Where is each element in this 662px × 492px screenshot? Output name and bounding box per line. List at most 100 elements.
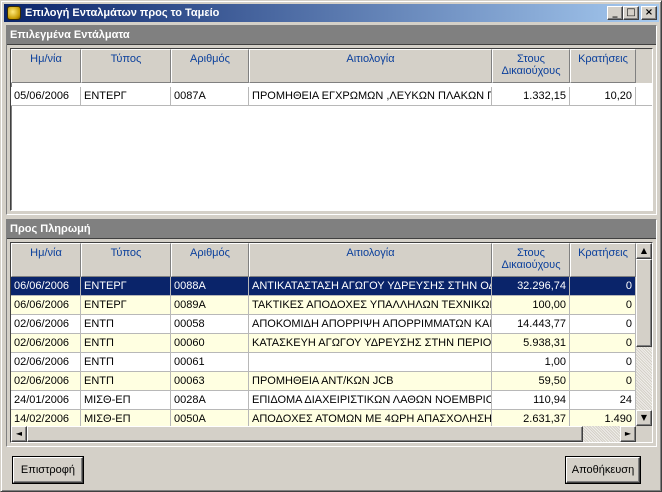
table-row[interactable]: 24/01/2006 ΜΙΣΘ-ΕΠ 0028Α ΕΠΙΔΟΜΑ ΔΙΑΧΕΙΡΙΣΤ… bbox=[11, 391, 636, 410]
scroll-up-icon[interactable]: ▲ bbox=[636, 243, 652, 259]
cell-date: 02/06/2006 bbox=[11, 372, 81, 390]
column-header-deductions[interactable]: Κρατήσεις bbox=[570, 49, 636, 83]
cell-deductions: 0 bbox=[570, 315, 636, 333]
cell-date: 06/06/2006 bbox=[11, 277, 81, 295]
column-header-number[interactable]: Αριθμός bbox=[171, 243, 249, 277]
cell-deductions: 0 bbox=[570, 372, 636, 390]
cell-type: ΕΝΤΠ bbox=[81, 315, 171, 333]
cell-description: ΑΝΤΙΚΑΤΑΣΤΑΣΗ ΑΓΩΓΟΥ ΥΔΡΕΥΣΗΣ ΣΤΗΝ ΟΔΟ bbox=[249, 277, 492, 295]
title-bar[interactable]: Επιλογή Ενταλμάτων προς το Ταμείο _ □ × bbox=[4, 4, 659, 22]
payment-grid[interactable]: Ημ/νία Τύπος Αριθμός Αιτιολογία Στους Δι… bbox=[10, 242, 653, 443]
selected-warrants-panel: Επιλεγμένα Εντάλματα Ημ/νία Τύπος Αριθμό… bbox=[6, 25, 657, 215]
cell-beneficiaries: 2.631,37 bbox=[492, 410, 570, 426]
scroll-left-icon[interactable]: ◄ bbox=[11, 426, 27, 442]
cell-beneficiaries: 59,50 bbox=[492, 372, 570, 390]
vertical-scrollbar[interactable]: ▲ ▼ bbox=[636, 243, 652, 426]
column-header-type[interactable]: Τύπος bbox=[81, 49, 171, 83]
cell-deductions: 24 bbox=[570, 391, 636, 409]
cell-deductions: 1.490 bbox=[570, 410, 636, 426]
app-icon bbox=[7, 6, 21, 20]
grid-header: Ημ/νία Τύπος Αριθμός Αιτιολογία Στους Δι… bbox=[11, 243, 636, 277]
column-header-beneficiaries[interactable]: Στους Δικαιούχους bbox=[492, 243, 570, 277]
cell-number: 0087Α bbox=[171, 87, 249, 105]
cell-description bbox=[249, 353, 492, 371]
cell-type: ΕΝΤΠ bbox=[81, 353, 171, 371]
cell-number: 00061 bbox=[171, 353, 249, 371]
cell-beneficiaries: 100,00 bbox=[492, 296, 570, 314]
window-title: Επιλογή Ενταλμάτων προς το Ταμείο bbox=[25, 7, 220, 19]
scroll-down-icon[interactable]: ▼ bbox=[636, 410, 652, 426]
table-row[interactable]: 06/06/2006 ΕΝΤΕΡΓ 0089Α ΤΑΚΤΙΚΕΣ ΑΠΟΔΟΧΕΣ Υ… bbox=[11, 296, 636, 315]
cell-deductions: 0 bbox=[570, 296, 636, 314]
cell-description: ΠΡΟΜΗΘΕΙΑ ΕΓΧΡΩΜΩΝ ,ΛΕΥΚΩΝ ΠΛΑΚΩΝ ΠΕΖ bbox=[249, 87, 492, 105]
cell-number: 0088Α bbox=[171, 277, 249, 295]
cell-type: ΕΝΤΕΡΓ bbox=[81, 87, 171, 105]
cell-date: 24/01/2006 bbox=[11, 391, 81, 409]
maximize-button[interactable]: □ bbox=[623, 6, 639, 20]
selected-warrants-grid[interactable]: Ημ/νία Τύπος Αριθμός Αιτιολογία Στους Δι… bbox=[10, 48, 653, 211]
grid-header: Ημ/νία Τύπος Αριθμός Αιτιολογία Στους Δι… bbox=[11, 49, 652, 83]
selected-panel-header: Επιλεγμένα Εντάλματα bbox=[7, 26, 656, 45]
payment-panel: Προς Πληρωμή Ημ/νία Τύπος Αριθμός Αιτιολ… bbox=[6, 219, 657, 447]
cell-number: 0089Α bbox=[171, 296, 249, 314]
cell-date: 05/06/2006 bbox=[11, 87, 81, 105]
cell-beneficiaries: 14.443,77 bbox=[492, 315, 570, 333]
cell-date: 06/06/2006 bbox=[11, 296, 81, 314]
column-header-date[interactable]: Ημ/νία bbox=[11, 49, 81, 83]
cell-number: 00063 bbox=[171, 372, 249, 390]
column-header-description[interactable]: Αιτιολογία bbox=[249, 49, 492, 83]
cell-deductions: 10,20 bbox=[570, 87, 636, 105]
cell-description: ΠΡΟΜΗΘΕΙΑ ΑΝΤ/ΚΩΝ JCB bbox=[249, 372, 492, 390]
column-header-date[interactable]: Ημ/νία bbox=[11, 243, 81, 277]
cell-deductions: 0 bbox=[570, 353, 636, 371]
cell-beneficiaries: 110,94 bbox=[492, 391, 570, 409]
cell-number: 0028Α bbox=[171, 391, 249, 409]
scroll-corner bbox=[636, 426, 652, 442]
cell-type: ΕΝΤΕΡΓ bbox=[81, 277, 171, 295]
cell-description: ΤΑΚΤΙΚΕΣ ΑΠΟΔΟΧΕΣ ΥΠΑΛΛΗΛΩΝ ΤΕΧΝΙΚΩΝ ΕΡ bbox=[249, 296, 492, 314]
table-row[interactable]: 05/06/2006 ΕΝΤΕΡΓ 0087Α ΠΡΟΜΗΘΕΙΑ ΕΓΧΡΩΜ… bbox=[11, 87, 652, 106]
horizontal-scroll-thumb[interactable] bbox=[27, 426, 583, 442]
table-row[interactable]: 02/06/2006 ΕΝΤΠ 00060 ΚΑΤΑΣΚΕΥΗ ΑΓΩΓΟΥ ΥΔΡΕ… bbox=[11, 334, 636, 353]
save-button[interactable]: Αποθήκευση bbox=[566, 457, 640, 483]
cell-date: 02/06/2006 bbox=[11, 315, 81, 333]
cell-beneficiaries: 1,00 bbox=[492, 353, 570, 371]
cell-type: ΕΝΤΠ bbox=[81, 334, 171, 352]
cell-date: 02/06/2006 bbox=[11, 334, 81, 352]
cell-date: 02/06/2006 bbox=[11, 353, 81, 371]
cell-date: 14/02/2006 bbox=[11, 410, 81, 426]
app-window: Επιλογή Ενταλμάτων προς το Ταμείο _ □ × … bbox=[0, 0, 662, 492]
cell-deductions: 0 bbox=[570, 334, 636, 352]
cell-beneficiaries: 32.296,74 bbox=[492, 277, 570, 295]
cell-type: ΕΝΤΠ bbox=[81, 372, 171, 390]
table-row[interactable]: 02/06/2006 ΕΝΤΠ 00061 1,00 0 bbox=[11, 353, 636, 372]
table-row[interactable]: 06/06/2006 ΕΝΤΕΡΓ 0088Α ΑΝΤΙΚΑΤΑΣΤΑΣΗ ΑΓΩΓΟ… bbox=[11, 277, 636, 296]
cell-beneficiaries: 1.332,15 bbox=[492, 87, 570, 105]
cell-description: ΕΠΙΔΟΜΑ ΔΙΑΧΕΙΡΙΣΤΙΚΩΝ ΛΑΘΩΝ ΝΟΕΜΒΡΙΟΥ 2… bbox=[249, 391, 492, 409]
cell-number: 00058 bbox=[171, 315, 249, 333]
column-header-beneficiaries[interactable]: Στους Δικαιούχους bbox=[492, 49, 570, 83]
table-row[interactable]: 02/06/2006 ΕΝΤΠ 00063 ΠΡΟΜΗΘΕΙΑ ΑΝΤ/ΚΩΝ JCB… bbox=[11, 372, 636, 391]
cell-beneficiaries: 5.938,31 bbox=[492, 334, 570, 352]
payment-panel-header: Προς Πληρωμή bbox=[7, 220, 656, 239]
minimize-button[interactable]: _ bbox=[607, 6, 623, 20]
cell-description: ΑΠΟΔΟΧΕΣ ΑΤΟΜΩΝ ΜΕ 4ΩΡΗ ΑΠΑΣΧΟΛΗΣΗ, ΙΑ bbox=[249, 410, 492, 426]
column-header-type[interactable]: Τύπος bbox=[81, 243, 171, 277]
vertical-scroll-thumb[interactable] bbox=[636, 259, 652, 347]
close-button[interactable]: × bbox=[641, 6, 657, 20]
cell-description: ΚΑΤΑΣΚΕΥΗ ΑΓΩΓΟΥ ΥΔΡΕΥΣΗΣ ΣΤΗΝ ΠΕΡΙΟΧΗ bbox=[249, 334, 492, 352]
cell-type: ΜΙΣΘ-ΕΠ bbox=[81, 410, 171, 426]
cell-number: 00060 bbox=[171, 334, 249, 352]
column-header-deductions[interactable]: Κρατήσεις bbox=[570, 243, 636, 277]
return-button[interactable]: Επιστροφή bbox=[13, 457, 83, 483]
scroll-right-icon[interactable]: ► bbox=[620, 426, 636, 442]
cell-description: ΑΠΟΚΟΜΙΔΗ ΑΠΟΡΡΙΨΗ ΑΠΟΡΡΙΜΜΑΤΩΝ ΚΑΙ ΠΛΥ bbox=[249, 315, 492, 333]
horizontal-scrollbar[interactable]: ◄ ► bbox=[11, 426, 636, 442]
table-row[interactable]: 14/02/2006 ΜΙΣΘ-ΕΠ 0050Α ΑΠΟΔΟΧΕΣ ΑΤΟΜΩΝ ΜΕ… bbox=[11, 410, 636, 426]
table-row[interactable]: 02/06/2006 ΕΝΤΠ 00058 ΑΠΟΚΟΜΙΔΗ ΑΠΟΡΡΙΨΗ ΑΠ… bbox=[11, 315, 636, 334]
cell-number: 0050Α bbox=[171, 410, 249, 426]
column-header-description[interactable]: Αιτιολογία bbox=[249, 243, 492, 277]
column-header-number[interactable]: Αριθμός bbox=[171, 49, 249, 83]
cell-deductions: 0 bbox=[570, 277, 636, 295]
cell-type: ΕΝΤΕΡΓ bbox=[81, 296, 171, 314]
